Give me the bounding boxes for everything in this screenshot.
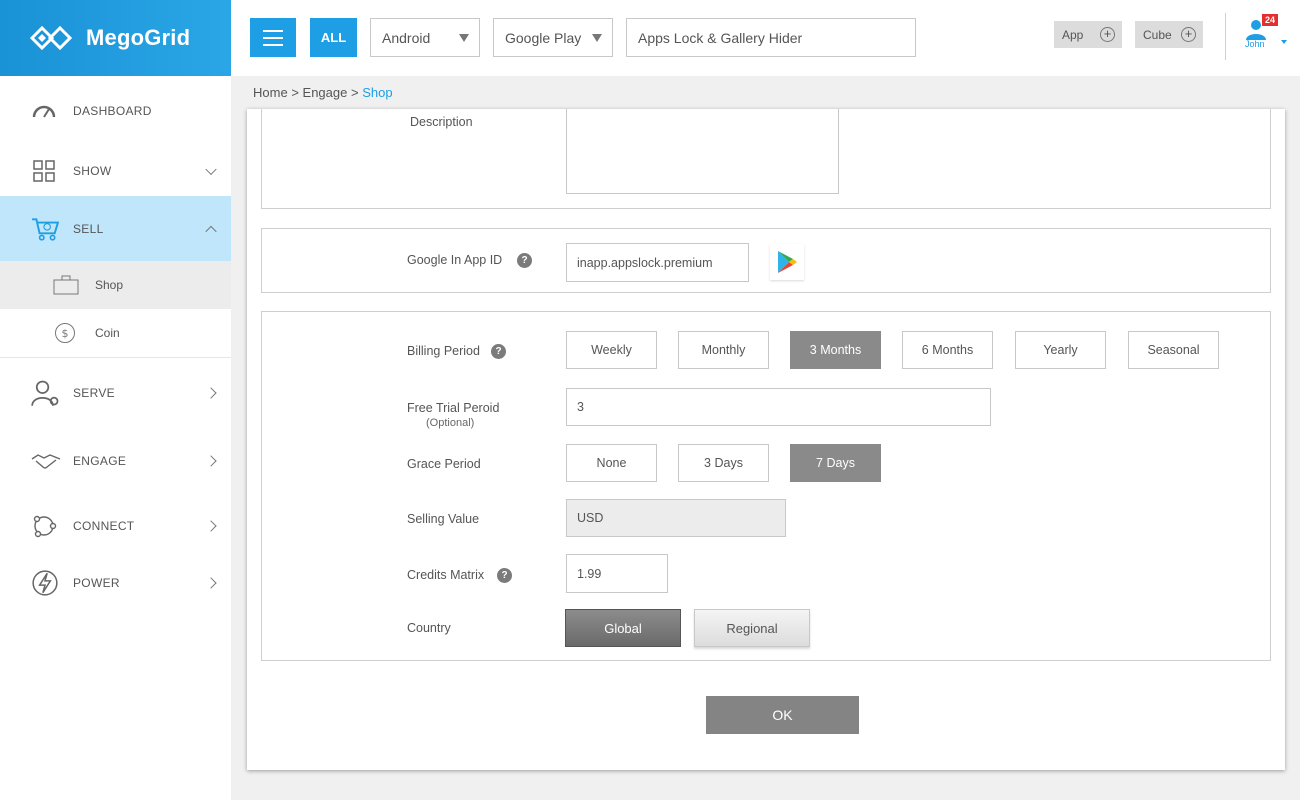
- selling-value-input[interactable]: USD: [566, 499, 786, 537]
- caret-down-icon: [459, 34, 469, 42]
- grace-option-none[interactable]: None: [566, 444, 657, 482]
- sidebar-item-serve[interactable]: SERVE: [0, 358, 231, 428]
- topbar-divider: [1225, 13, 1226, 60]
- sidebar-item-sell[interactable]: SELL: [0, 196, 231, 261]
- chevron-down-icon: [205, 163, 217, 176]
- sidebar-label-power: POWER: [73, 576, 120, 590]
- notification-badge: 24: [1262, 14, 1279, 26]
- breadcrumb-engage[interactable]: Engage: [303, 85, 348, 100]
- billing-option-6-months[interactable]: 6 Months: [902, 331, 993, 369]
- add-app-button[interactable]: App +: [1054, 21, 1122, 48]
- chevron-down-icon: [1281, 40, 1287, 44]
- billing-section: Billing Period ? Weekly Monthly 3 Months…: [261, 311, 1271, 661]
- breadcrumb-home[interactable]: Home: [253, 85, 288, 100]
- user-gear-icon: [31, 380, 59, 406]
- sidebar-item-engage[interactable]: ENGAGE: [0, 428, 231, 494]
- selling-value-label: Selling Value: [407, 512, 480, 526]
- ok-button[interactable]: OK: [706, 696, 859, 734]
- app-search-input[interactable]: [626, 18, 916, 57]
- google-id-section: Google In App ID ? inapp.appslock.premiu…: [261, 228, 1271, 293]
- google-id-input[interactable]: inapp.appslock.premium: [566, 243, 749, 282]
- all-button[interactable]: ALL: [310, 18, 357, 57]
- user-menu[interactable]: 24 John: [1241, 14, 1291, 54]
- description-section: Description: [261, 109, 1271, 209]
- sidebar-label-serve: SERVE: [73, 386, 115, 400]
- sidebar-sublabel-coin: Coin: [95, 326, 120, 340]
- help-icon[interactable]: ?: [517, 253, 532, 268]
- country-label: Country: [407, 621, 451, 635]
- credits-matrix-label: Credits Matrix: [407, 568, 485, 582]
- chevron-up-icon: [205, 225, 217, 237]
- briefcase-icon: [53, 275, 79, 295]
- svg-text:$: $: [62, 327, 69, 340]
- coin-icon: $: [55, 323, 75, 343]
- grace-option-7-days[interactable]: 7 Days: [790, 444, 881, 482]
- hamburger-menu-button[interactable]: [250, 18, 296, 57]
- speedometer-icon: [32, 105, 56, 118]
- chevron-right-icon: [205, 387, 217, 399]
- network-icon: [33, 515, 57, 538]
- user-name: John: [1245, 39, 1265, 49]
- billing-option-seasonal[interactable]: Seasonal: [1128, 331, 1219, 369]
- sidebar: DASHBOARD SHOW SELL Shop $ Coin SERVE EN…: [0, 76, 231, 800]
- free-trial-optional-label: (Optional): [426, 417, 475, 429]
- add-cube-label: Cube: [1143, 27, 1172, 42]
- grace-period-label: Grace Period: [407, 457, 481, 471]
- sidebar-label-sell: SELL: [73, 221, 104, 236]
- description-textarea[interactable]: [566, 109, 839, 194]
- plus-circle-icon: +: [1100, 27, 1115, 42]
- free-trial-input[interactable]: 3: [566, 388, 991, 426]
- sidebar-item-show[interactable]: SHOW: [0, 146, 231, 196]
- chevron-right-icon: [205, 455, 217, 467]
- shopping-cart-icon: [32, 217, 59, 241]
- google-id-label: Google In App ID: [407, 253, 503, 267]
- sidebar-sublabel-shop: Shop: [95, 278, 124, 292]
- credits-matrix-input[interactable]: 1.99: [566, 554, 668, 593]
- platform-select[interactable]: Android: [370, 18, 480, 57]
- sidebar-label-connect: CONNECT: [73, 519, 135, 533]
- sidebar-item-power[interactable]: POWER: [0, 558, 231, 608]
- sidebar-label-show: SHOW: [73, 164, 112, 178]
- shop-form-panel: Description Google In App ID ? inapp.app…: [247, 109, 1285, 770]
- handshake-icon: [31, 454, 61, 469]
- sidebar-label-dashboard: DASHBOARD: [73, 104, 152, 118]
- brand-logo[interactable]: MegoGrid: [0, 0, 231, 76]
- caret-down-icon: [592, 34, 602, 42]
- chevron-right-icon: [205, 577, 217, 589]
- billing-period-label: Billing Period: [407, 344, 480, 358]
- breadcrumb: Home > Engage > Shop: [253, 85, 393, 100]
- megogrid-logo-icon: [29, 25, 73, 51]
- store-value: Google Play: [505, 29, 582, 46]
- sidebar-label-engage: ENGAGE: [73, 454, 127, 468]
- help-icon[interactable]: ?: [491, 344, 506, 359]
- top-bar: ALL Android Google Play App + Cube + 24 …: [231, 0, 1300, 76]
- sidebar-item-connect[interactable]: CONNECT: [0, 494, 231, 558]
- store-select[interactable]: Google Play: [493, 18, 613, 57]
- billing-option-monthly[interactable]: Monthly: [678, 331, 769, 369]
- plus-circle-icon: +: [1181, 27, 1196, 42]
- help-icon[interactable]: ?: [497, 568, 512, 583]
- add-app-label: App: [1062, 27, 1084, 42]
- breadcrumb-current: Shop: [362, 85, 393, 100]
- grid-icon: [33, 160, 55, 182]
- billing-option-yearly[interactable]: Yearly: [1015, 331, 1106, 369]
- platform-value: Android: [382, 29, 431, 46]
- sidebar-subitem-coin[interactable]: $ Coin: [0, 309, 231, 357]
- description-label: Description: [410, 115, 473, 129]
- country-regional-button[interactable]: Regional: [694, 609, 810, 647]
- sidebar-subitem-shop[interactable]: Shop: [0, 261, 231, 309]
- chevron-right-icon: [205, 520, 217, 532]
- lightning-icon: [32, 570, 58, 596]
- sidebar-item-dashboard[interactable]: DASHBOARD: [0, 76, 231, 146]
- add-cube-button[interactable]: Cube +: [1135, 21, 1203, 48]
- free-trial-label: Free Trial Peroid: [407, 401, 500, 415]
- google-play-button[interactable]: [770, 244, 804, 280]
- grace-option-3-days[interactable]: 3 Days: [678, 444, 769, 482]
- brand-name: MegoGrid: [86, 25, 191, 50]
- billing-option-weekly[interactable]: Weekly: [566, 331, 657, 369]
- billing-option-3-months[interactable]: 3 Months: [790, 331, 881, 369]
- hamburger-icon: [263, 29, 283, 32]
- country-global-button[interactable]: Global: [565, 609, 681, 647]
- google-play-icon: [778, 251, 797, 273]
